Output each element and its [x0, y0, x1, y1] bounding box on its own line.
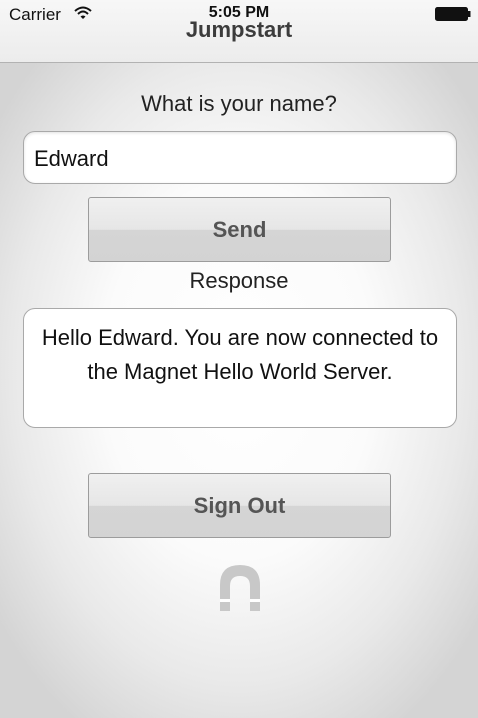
navigation-bar: Carrier 5:05 PM Jumpstart	[0, 0, 478, 63]
send-button[interactable]: Send	[88, 197, 391, 262]
response-text: Hello Edward. You are now connected to t…	[41, 325, 439, 384]
response-label: Response	[189, 268, 289, 293]
response-text-box: Hello Edward. You are now connected to t…	[23, 308, 457, 428]
magnet-logo-icon	[220, 565, 260, 611]
nav-title: Jumpstart	[185, 17, 293, 42]
sign-out-button[interactable]: Sign Out	[88, 473, 391, 538]
name-prompt-label: What is your name?	[141, 91, 337, 116]
name-input[interactable]: Edward	[23, 131, 457, 184]
app-screen: Carrier 5:05 PM Jumpstart What is your n…	[0, 0, 478, 718]
